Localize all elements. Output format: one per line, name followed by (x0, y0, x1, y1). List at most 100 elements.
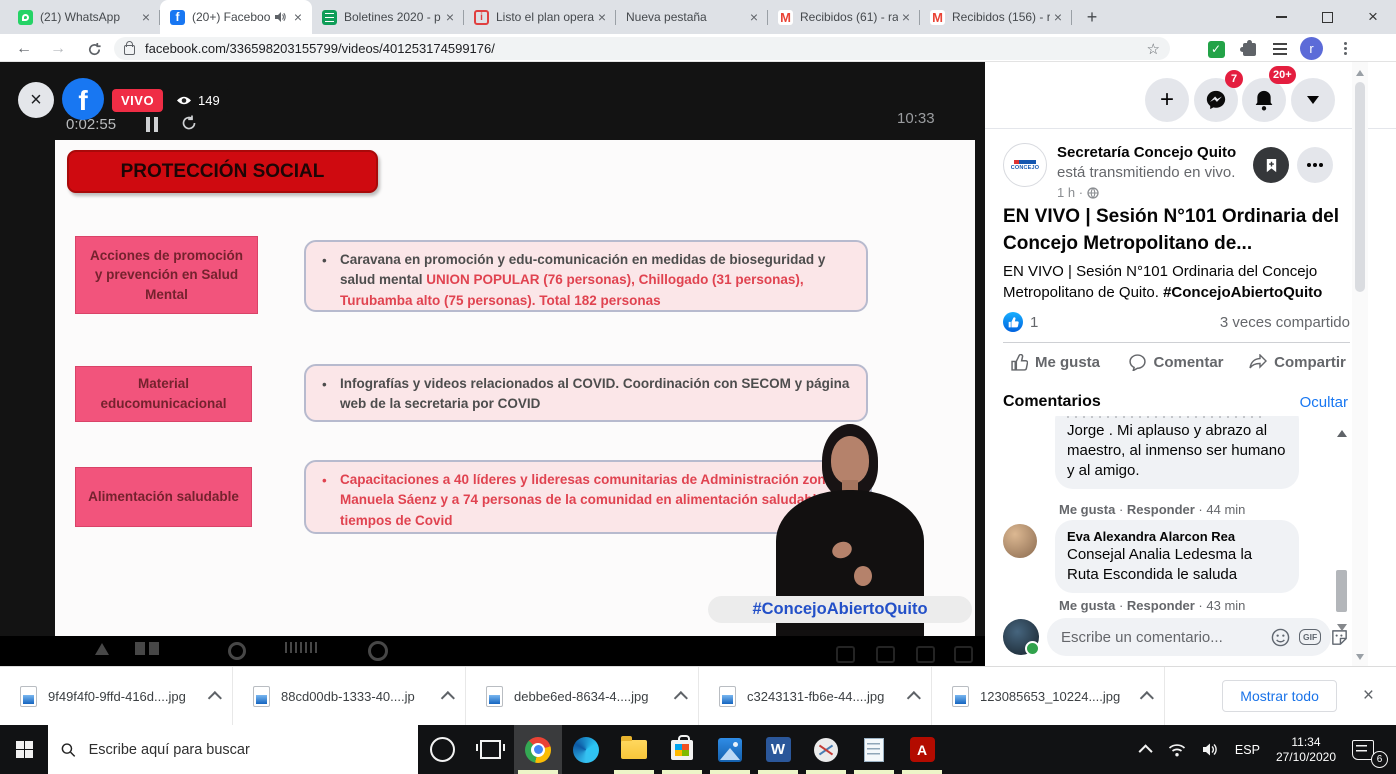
tab-whatsapp[interactable]: (21) WhatsApp (8, 0, 160, 34)
commenter-name[interactable]: Eva Alexandra Alarcon Rea (1067, 528, 1287, 545)
description-hashtag[interactable]: #ConcejoAbiertoQuito (1163, 284, 1322, 301)
bookmark-star-icon[interactable] (1147, 40, 1160, 58)
download-item[interactable]: 9f49f4f0-9ffd-416d....jpg (0, 667, 233, 725)
page-scrollbar[interactable] (1352, 62, 1368, 666)
comment-input[interactable] (1059, 628, 1262, 647)
chevron-up-icon[interactable] (1140, 691, 1154, 705)
comment-reply-link[interactable]: Responder (1127, 502, 1206, 517)
page-avatar[interactable]: CONCEJO (1003, 143, 1047, 187)
chevron-up-icon[interactable] (907, 691, 921, 705)
profile-avatar[interactable]: r (1300, 37, 1323, 60)
comment-like-link[interactable]: Me gusta (1059, 502, 1127, 517)
tab-close-icon[interactable] (898, 9, 914, 25)
window-maximize-button[interactable] (1304, 0, 1350, 34)
taskbar-clock[interactable]: 11:34 27/10/2020 (1268, 725, 1344, 774)
taskbar-store[interactable] (658, 725, 706, 774)
download-item[interactable]: 123085653_10224....jpg (932, 667, 1165, 725)
extension-list-icon[interactable] (1270, 39, 1290, 59)
emoji-icon[interactable] (1271, 628, 1290, 647)
tab-sheets[interactable]: Boletines 2020 - p (312, 0, 464, 34)
comment-time[interactable]: 43 min (1206, 598, 1245, 613)
save-video-button[interactable] (1253, 147, 1289, 183)
commenter-avatar[interactable] (1003, 524, 1037, 558)
like-button[interactable]: Me gusta (995, 345, 1116, 379)
cortana-button[interactable] (418, 725, 466, 774)
window-close-button[interactable] (1350, 0, 1396, 34)
tab-gmail-1[interactable]: Recibidos (61) - ra (768, 0, 920, 34)
language-indicator[interactable]: ESP (1227, 725, 1268, 774)
window-minimize-button[interactable] (1258, 0, 1304, 34)
tab-news[interactable]: Listo el plan opera (464, 0, 616, 34)
forward-button[interactable] (46, 37, 70, 61)
scrollbar-thumb[interactable] (1355, 82, 1365, 292)
taskbar-acrobat[interactable] (898, 725, 946, 774)
comment-like-link[interactable]: Me gusta (1059, 598, 1127, 613)
download-item[interactable]: debbe6ed-8634-4....jpg (466, 667, 699, 725)
tray-expand-button[interactable] (1134, 725, 1160, 774)
page-name[interactable]: Secretaría Concejo Quito (1057, 144, 1236, 161)
video-close-button[interactable] (18, 82, 54, 118)
post-options-button[interactable] (1297, 147, 1333, 183)
tab-new[interactable]: Nueva pestaña (616, 0, 768, 34)
gif-icon[interactable]: GIF (1299, 629, 1321, 645)
start-button[interactable] (0, 725, 48, 774)
taskbar-snipping-tool[interactable] (802, 725, 850, 774)
player-fullscreen-icon[interactable] (916, 646, 935, 663)
tab-close-icon[interactable] (594, 9, 610, 25)
taskbar-file-explorer[interactable] (610, 725, 658, 774)
notifications-button[interactable] (1242, 78, 1286, 122)
chevron-up-icon[interactable] (674, 691, 688, 705)
taskbar-search[interactable] (48, 725, 418, 774)
chevron-up-icon[interactable] (441, 691, 455, 705)
url-text[interactable]: facebook.com/336598203155799/videos/4012… (145, 41, 495, 56)
taskbar-search-input[interactable] (87, 741, 405, 759)
comment-button[interactable]: Comentar (1116, 345, 1237, 379)
tray-volume[interactable] (1194, 725, 1227, 774)
comment-reply-link[interactable]: Responder (1127, 598, 1206, 613)
tab-facebook-active[interactable]: (20+) Faceboo (160, 0, 312, 34)
share-count[interactable]: 3 veces compartido (1220, 314, 1350, 331)
extensions-puzzle-icon[interactable] (1239, 39, 1259, 59)
taskbar-word[interactable] (754, 725, 802, 774)
tab-close-icon[interactable] (138, 9, 154, 25)
taskbar-photos[interactable] (706, 725, 754, 774)
tab-audio-icon[interactable] (274, 11, 286, 23)
like-count[interactable]: 1 (1030, 314, 1038, 331)
scroll-up-icon[interactable] (1356, 70, 1364, 76)
chevron-up-icon[interactable] (208, 691, 222, 705)
tab-gmail-2[interactable]: Recibidos (156) - r (920, 0, 1072, 34)
comment-input-row[interactable]: GIF (1047, 618, 1331, 656)
like-reaction-icon[interactable] (1003, 312, 1023, 332)
scroll-up-icon[interactable] (1337, 430, 1347, 437)
create-button[interactable] (1145, 78, 1189, 122)
address-bar[interactable]: facebook.com/336598203155799/videos/4012… (114, 37, 1170, 60)
taskbar-chrome[interactable] (514, 725, 562, 774)
player-volume-icon[interactable] (954, 646, 973, 663)
download-item[interactable]: c3243131-fb6e-44....jpg (699, 667, 932, 725)
player-settings-icon[interactable] (876, 646, 895, 663)
tray-network[interactable] (1160, 725, 1194, 774)
account-menu-button[interactable] (1291, 78, 1335, 122)
replay-button[interactable] (180, 114, 198, 137)
scroll-down-icon[interactable] (1337, 624, 1347, 631)
video-player[interactable]: PROTECCIÓN SOCIAL Acciones de promoción … (0, 62, 985, 666)
share-button[interactable]: Compartir (1237, 345, 1358, 379)
tab-close-icon[interactable] (442, 9, 458, 25)
taskbar-notepad[interactable] (850, 725, 898, 774)
new-tab-button[interactable] (1078, 3, 1106, 31)
refresh-button[interactable] (82, 37, 106, 61)
comment-time[interactable]: 44 min (1206, 502, 1245, 517)
tab-close-icon[interactable] (1050, 9, 1066, 25)
show-all-downloads-button[interactable]: Mostrar todo (1222, 680, 1337, 712)
download-item[interactable]: 88cd00db-1333-40....jp (233, 667, 466, 725)
chrome-menu-icon[interactable] (1336, 38, 1354, 58)
player-quality-icon[interactable] (836, 646, 855, 663)
extension-check-icon[interactable] (1206, 39, 1226, 59)
scroll-down-icon[interactable] (1356, 654, 1364, 660)
action-center-button[interactable]: 6 (1344, 725, 1388, 774)
comments-scrollbar[interactable] (1334, 428, 1349, 668)
tab-close-icon[interactable] (746, 9, 762, 25)
downloads-bar-close-icon[interactable] (1363, 685, 1374, 707)
back-button[interactable] (12, 37, 36, 61)
scrollbar-thumb[interactable] (1336, 570, 1347, 612)
